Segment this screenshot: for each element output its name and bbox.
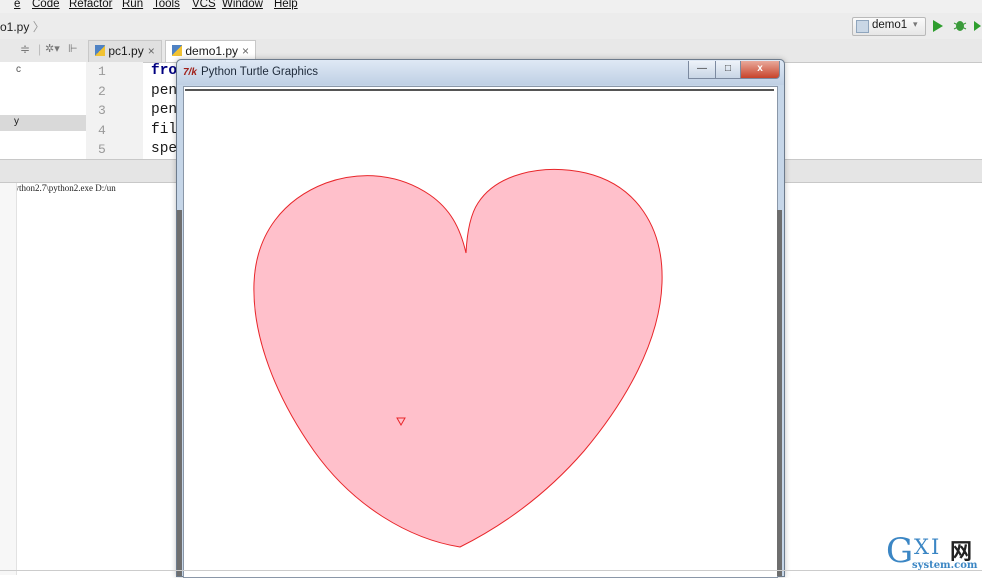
turtle-canvas[interactable] <box>183 86 778 578</box>
window-frame-left <box>177 210 182 576</box>
python-file-icon <box>172 45 182 56</box>
run-config-select[interactable]: demo1 ▾ <box>852 17 926 36</box>
menu-bar: e Code Refactor Run Tools VCS Window Hel… <box>0 0 982 13</box>
window-frame-right <box>777 210 782 576</box>
bug-icon[interactable] <box>953 18 967 33</box>
project-panel: c <box>0 62 87 159</box>
run-config-label: demo1 <box>872 19 908 31</box>
tab-label: demo1.py <box>185 44 239 58</box>
line-number-gutter: 1 2 3 4 5 <box>86 62 143 159</box>
maximize-icon: □ <box>724 63 732 74</box>
turtle-window-title: Python Turtle Graphics <box>201 66 318 78</box>
line-number: 2 <box>98 83 106 99</box>
project-selected-row[interactable]: y <box>0 115 86 131</box>
heart-drawing <box>253 169 663 548</box>
run-coverage-icon[interactable] <box>973 20 982 32</box>
toolbar-separator: | <box>38 42 42 56</box>
project-item-label: y <box>14 116 19 127</box>
menu-code[interactable]: Code <box>32 0 60 10</box>
menu-tools[interactable]: Tools <box>153 0 180 10</box>
project-item[interactable]: c <box>16 64 21 75</box>
line-number: 3 <box>98 103 106 118</box>
run-panel-toolbar <box>0 183 17 575</box>
watermark-logo: G XI 网 system.com <box>886 533 980 575</box>
menu-window[interactable]: Window <box>222 0 263 10</box>
divider <box>0 570 982 571</box>
gear-icon[interactable]: ✲▾ <box>45 42 60 55</box>
menu-vcs[interactable]: VCS <box>192 0 216 10</box>
line-number: 1 <box>98 64 106 79</box>
minimize-icon: — <box>697 63 707 74</box>
navigation-bar: o1.py 〉 demo1 ▾ <box>0 13 982 40</box>
line-number: 4 <box>98 122 106 138</box>
collapse-icon[interactable]: ⊩ <box>68 42 78 55</box>
maximize-button[interactable]: □ <box>715 61 741 79</box>
close-icon[interactable]: × <box>148 44 155 58</box>
menu-refactor[interactable]: Refactor <box>69 0 112 10</box>
watermark-g: G <box>886 531 914 571</box>
python-config-icon <box>856 20 869 33</box>
python-file-icon <box>95 45 105 56</box>
watermark-site: system.com <box>912 560 978 571</box>
close-icon[interactable]: × <box>242 44 249 58</box>
split-icon[interactable]: ≑ <box>20 42 30 56</box>
line-number: 5 <box>98 142 106 157</box>
tab-label: pc1.py <box>108 44 144 58</box>
menu-run[interactable]: Run <box>122 0 143 10</box>
breadcrumb[interactable]: o1.py 〉 <box>0 18 45 35</box>
heart-shape <box>253 169 663 548</box>
menu-help[interactable]: Help <box>274 0 298 10</box>
tab-pc1[interactable]: pc1.py × <box>88 40 162 62</box>
watermark-xi: XI <box>914 535 942 559</box>
menu-file[interactable]: e <box>14 0 20 10</box>
close-button[interactable]: x <box>740 61 780 79</box>
minimize-button[interactable]: — <box>688 61 716 79</box>
console-output: rk\python2.7\python2.exe D:/un <box>0 183 116 193</box>
chevron-down-icon: ▾ <box>913 19 918 29</box>
canvas-border <box>185 89 774 91</box>
tk-icon: 7/k <box>183 67 197 78</box>
play-icon[interactable] <box>932 19 944 33</box>
turtle-window-titlebar[interactable]: 7/k Python Turtle Graphics — □ x <box>177 60 784 85</box>
close-icon: x <box>757 63 763 74</box>
turtle-graphics-window[interactable]: 7/k Python Turtle Graphics — □ x <box>176 59 785 578</box>
